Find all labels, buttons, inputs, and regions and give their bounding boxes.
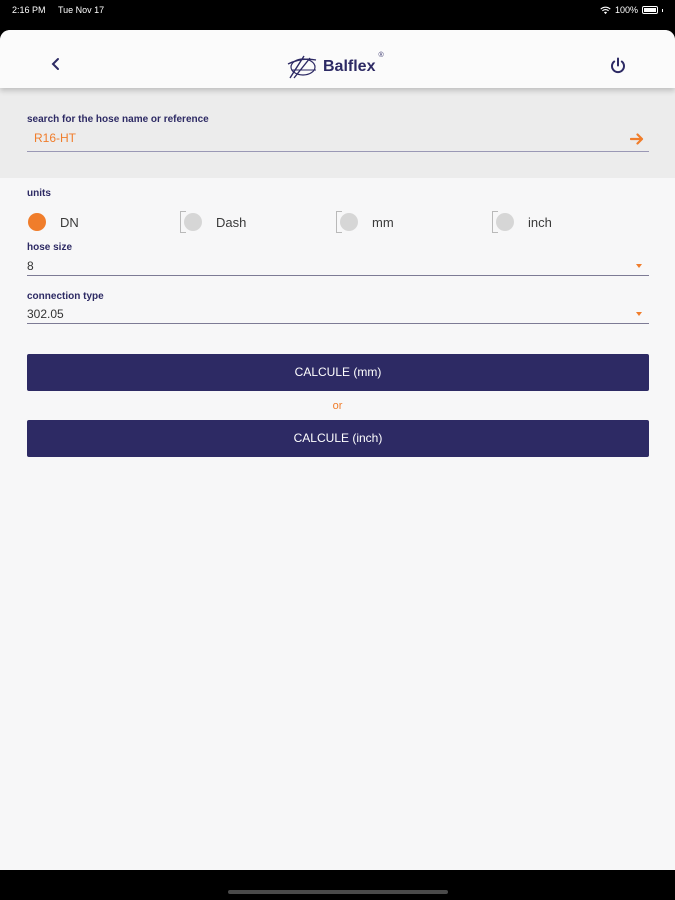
search-underline: [27, 151, 649, 152]
unit-radio-dash-label: Dash: [216, 214, 247, 230]
connection-type-underline: [27, 323, 649, 324]
calculate-mm-button[interactable]: CALCULE (mm): [27, 354, 649, 391]
connection-type-label: connection type: [27, 291, 104, 302]
arrow-right-icon: [629, 133, 644, 145]
power-button[interactable]: [608, 56, 628, 76]
home-indicator[interactable]: [228, 890, 448, 894]
unit-radio-inch-label: inch: [528, 214, 552, 230]
battery-icon: [642, 6, 658, 14]
radio-unselected-icon: [336, 211, 358, 233]
power-icon: [611, 57, 625, 74]
search-submit-button[interactable]: [629, 132, 644, 146]
unit-radio-mm-label: mm: [372, 214, 394, 230]
or-separator: or: [332, 400, 343, 412]
connection-type-select[interactable]: 302.05: [27, 307, 64, 321]
hose-size-underline: [27, 275, 649, 276]
unit-radio-dn[interactable]: DN: [28, 213, 79, 231]
chevron-down-icon[interactable]: [636, 264, 642, 268]
wifi-icon: [600, 6, 611, 14]
logo-registered: ®: [378, 52, 384, 59]
status-date: Tue Nov 17: [58, 5, 105, 15]
unit-radio-dash[interactable]: Dash: [180, 211, 247, 233]
logo-mark-icon: [287, 55, 317, 79]
status-bar: 2:16 PM Tue Nov 17 100%: [0, 0, 675, 20]
back-button[interactable]: [46, 54, 66, 74]
unit-radio-mm[interactable]: mm: [336, 211, 394, 233]
calculate-inch-button[interactable]: CALCULE (inch): [27, 420, 649, 457]
unit-radio-dn-label: DN: [60, 214, 79, 230]
unit-radio-inch[interactable]: inch: [492, 211, 552, 233]
status-right: 100%: [600, 5, 663, 15]
radio-unselected-icon: [492, 211, 514, 233]
search-label: search for the hose name or reference: [27, 114, 209, 125]
hose-size-select[interactable]: 8: [27, 259, 34, 273]
chevron-down-icon[interactable]: [636, 312, 642, 316]
hose-size-label: hose size: [27, 242, 73, 253]
search-input[interactable]: R16-HT: [34, 131, 76, 145]
status-time: 2:16 PM: [12, 5, 46, 15]
radio-unselected-icon: [180, 211, 202, 233]
chevron-left-icon: [51, 58, 59, 70]
logo-text: Balflex: [323, 58, 376, 75]
search-panel: search for the hose name or reference R1…: [0, 88, 675, 178]
balflex-logo: Balflex ®: [286, 52, 384, 82]
battery-percent: 100%: [614, 5, 638, 15]
units-label: units: [27, 188, 51, 199]
nav-bar: Balflex ®: [0, 30, 675, 88]
radio-selected-icon: [28, 213, 46, 231]
